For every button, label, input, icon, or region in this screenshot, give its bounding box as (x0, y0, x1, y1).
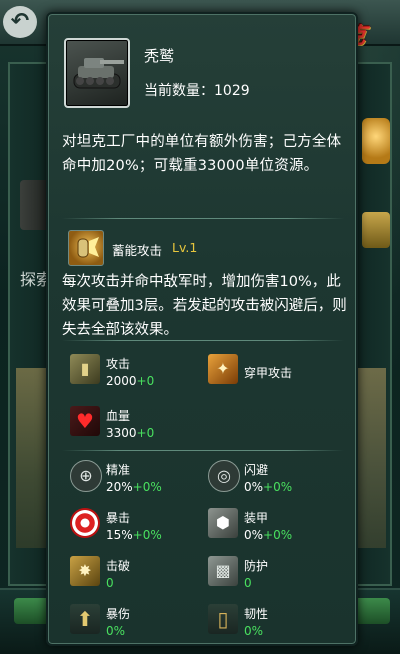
unit-name: 秃鹫 (144, 47, 175, 65)
crosshair-icon: ⊕ (70, 460, 102, 492)
armor-pierce-icon: ✦ (208, 354, 238, 384)
stat-label: 血量 (106, 409, 131, 423)
stat-value: 0 (106, 576, 114, 590)
stat-value: 15%+0% (106, 528, 162, 542)
skill-level: Lv.1 (172, 240, 198, 255)
unit-quantity: 当前数量：1029 (144, 80, 250, 100)
divider (62, 450, 344, 451)
shell-icon: ▮ (70, 354, 100, 384)
stat-label: 韧性 (244, 607, 269, 621)
stat-value: 0% (244, 624, 264, 638)
stat-break: ✸ 击破 0 (70, 556, 210, 596)
stat-value: 0 (244, 576, 252, 590)
skill-name: 蓄能攻击 (112, 243, 163, 258)
stat-armor-pierce: ✦ 穿甲攻击 (208, 354, 348, 394)
stat-protect: ▩ 防护 0 (208, 556, 348, 596)
target-icon (70, 508, 100, 538)
divider (62, 218, 344, 219)
armor-icon: ⬢ (208, 508, 238, 538)
stat-hp: ♥ 血量 3300+0 (70, 406, 210, 446)
stat-toughness: ▯ 韧性 0% (208, 604, 348, 644)
stat-label: 精准 (106, 463, 131, 477)
stat-attack: ▮ 攻击 2000+0 (70, 354, 210, 394)
stat-label: 闪避 (244, 463, 269, 477)
toughness-icon: ▯ (208, 604, 238, 634)
stat-label: 攻击 (106, 357, 131, 371)
stat-value: 20%+0% (106, 480, 162, 494)
crit-damage-icon: ⬆ (70, 604, 100, 634)
quantity-value: 1029 (214, 83, 250, 99)
tank-icon (64, 38, 130, 108)
shield-icon: ▩ (208, 556, 238, 586)
stat-crit-damage: ⬆ 暴伤 0% (70, 604, 210, 644)
dodge-icon: ◎ (208, 460, 240, 492)
stat-label: 穿甲攻击 (244, 366, 293, 380)
stat-value: 0% (106, 624, 126, 638)
stat-label: 击破 (106, 559, 131, 573)
medal-icon[interactable] (362, 118, 390, 164)
heart-icon: ♥ (70, 406, 100, 436)
stat-dodge: ◎ 闪避 0%+0% (208, 460, 348, 500)
skill-description: 每次攻击并命中敌军时，增加伤害10%，此效果可叠加3层。若发起的攻击被闪避后，则… (62, 274, 347, 338)
stat-crit: 暴击 15%+0% (70, 508, 210, 548)
stat-value: 3300+0 (106, 426, 155, 440)
quantity-label: 当前数量： (144, 83, 214, 99)
stat-value: 2000+0 (106, 374, 155, 388)
stat-armor: ⬢ 装甲 0%+0% (208, 508, 348, 548)
back-button[interactable]: ↶ (3, 6, 37, 38)
stat-label: 暴伤 (106, 607, 131, 621)
charge-attack-icon (68, 230, 104, 266)
break-icon: ✸ (70, 556, 100, 586)
stat-label: 防护 (244, 559, 269, 573)
item-icon[interactable] (362, 212, 390, 248)
stat-label: 暴击 (106, 511, 131, 525)
divider (62, 340, 344, 341)
unit-description: 对坦克工厂中的单位有额外伤害；己方全体命中加20%；可载重33000单位资源。 (62, 134, 342, 174)
stat-accuracy: ⊕ 精准 20%+0% (70, 460, 210, 500)
stat-value: 0%+0% (244, 480, 293, 494)
stat-value: 0%+0% (244, 528, 293, 542)
stat-label: 装甲 (244, 511, 269, 525)
unit-info-popup: 秃鹫 当前数量：1029 对坦克工厂中的单位有额外伤害；己方全体命中加20%；可… (46, 12, 358, 646)
